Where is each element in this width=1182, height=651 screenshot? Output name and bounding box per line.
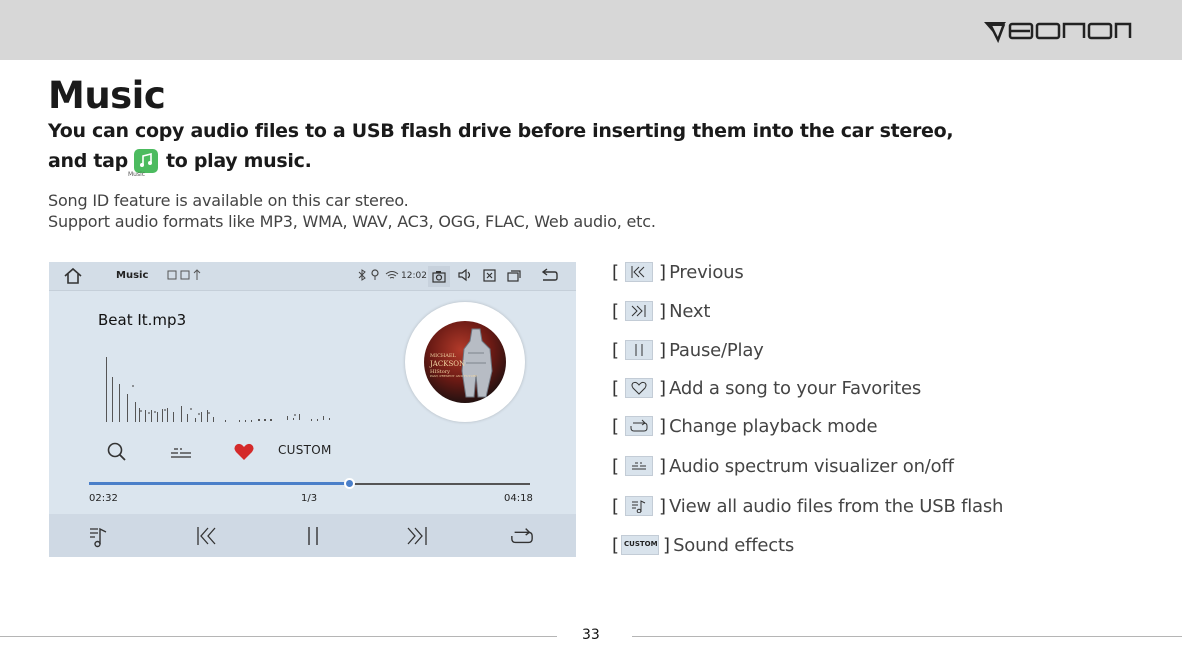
legend-label: Change playback mode [669, 415, 878, 437]
bracket-close: ] [659, 495, 667, 517]
bracket-open: [ [612, 415, 620, 437]
elapsed-time: 02:32 [89, 493, 118, 504]
music-player-screen: Music 12:02 Beat It.mp3 MICHAEL JACKSON … [49, 262, 576, 557]
legend-custom-badge: CUSTOM [621, 535, 660, 555]
search-icon[interactable] [106, 441, 128, 463]
eonon-logo [984, 22, 1132, 44]
pause-icon[interactable] [301, 524, 325, 548]
footer-rule-right [632, 636, 1182, 637]
progress-knob[interactable] [344, 478, 355, 489]
legend-item-pause: [ ] Pause/Play [612, 338, 764, 362]
legend-item-spectrum: [ ] Audio spectrum visualizer on/off [612, 454, 954, 478]
legend-spectrum-icon [625, 456, 654, 476]
spectrum-dots [106, 357, 330, 422]
page-title: Music [48, 74, 166, 117]
legend-label: Audio spectrum visualizer on/off [669, 455, 954, 477]
header-bar [0, 0, 1182, 60]
bracket-close: ] [659, 455, 667, 477]
bracket-open: [ [612, 339, 620, 361]
legend-item-previous: [ ] Previous [612, 260, 744, 284]
legend-item-playback-mode: [ ] Change playback mode [612, 414, 878, 438]
playlist-icon[interactable] [87, 524, 111, 548]
note-song-id: Song ID feature is available on this car… [48, 191, 409, 210]
legend-pause-icon [625, 340, 654, 360]
legend-label: Previous [669, 261, 744, 283]
legend-label: Add a song to your Favorites [669, 377, 922, 399]
legend-label: Next [669, 300, 711, 322]
bracket-open: [ [612, 300, 620, 322]
bracket-open: [ [612, 495, 620, 517]
bracket-close: ] [659, 261, 667, 283]
legend-previous-icon [625, 262, 654, 282]
spectrum-icon[interactable] [169, 441, 193, 463]
legend-heart-icon [625, 378, 654, 398]
legend-item-favorites: [ ] Add a song to your Favorites [612, 376, 921, 400]
legend-label: Sound effects [673, 534, 795, 556]
legend-label: Pause/Play [669, 339, 764, 361]
total-time: 04:18 [504, 493, 533, 504]
lead-line-2-start: and tap [48, 150, 128, 172]
legend-repeat-icon [625, 416, 654, 436]
progress-fill [89, 482, 349, 485]
next-icon[interactable] [405, 524, 429, 548]
sound-effect-button[interactable]: CUSTOM [278, 443, 332, 457]
legend-item-next: [ ] Next [612, 299, 710, 323]
legend-item-playlist: [ ] View all audio files from the USB fl… [612, 494, 1003, 518]
note-formats: Support audio formats like MP3, WMA, WAV… [48, 212, 656, 231]
music-app-icon [133, 149, 158, 173]
playback-control-bar [49, 514, 576, 557]
footer-rule-left [0, 636, 557, 637]
bracket-open: [ [612, 377, 620, 399]
bracket-close: ] [659, 415, 667, 437]
music-app-caption: Music [128, 171, 146, 178]
legend-next-icon [625, 301, 654, 321]
heart-icon[interactable] [233, 441, 255, 463]
bracket-close: ] [659, 339, 667, 361]
legend-label: View all audio files from the USB flash [669, 495, 1004, 517]
bracket-close: ] [659, 300, 667, 322]
audio-spectrum-visualizer [106, 357, 330, 422]
bracket-open: [ [612, 534, 620, 556]
lead-line-2: and tap to play music. [48, 149, 312, 173]
bracket-close: ] [659, 377, 667, 399]
lead-line-2-end: to play music. [165, 150, 312, 172]
bracket-open: [ [612, 261, 620, 283]
custom-badge-text: CUSTOM [624, 540, 658, 548]
legend-item-sound-effects: [ CUSTOM ] Sound effects [612, 533, 794, 557]
page-number: 33 [582, 627, 600, 643]
bracket-open: [ [612, 455, 620, 477]
lead-line-1: You can copy audio files to a USB flash … [48, 120, 954, 142]
bracket-close: ] [663, 534, 671, 556]
repeat-icon[interactable] [510, 524, 534, 548]
previous-icon[interactable] [194, 524, 218, 548]
legend-playlist-icon [625, 496, 654, 516]
track-index: 1/3 [301, 493, 318, 504]
